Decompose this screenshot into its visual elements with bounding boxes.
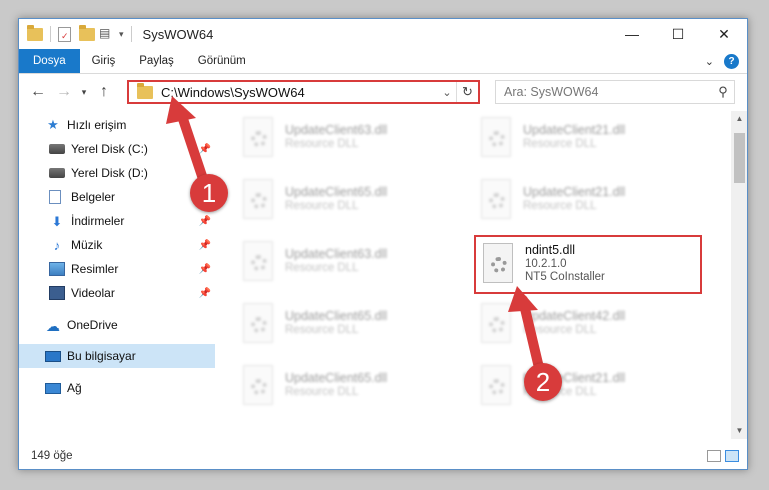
- onedrive-icon: ☁: [46, 318, 60, 334]
- close-button[interactable]: ✕: [701, 19, 747, 49]
- file-item[interactable]: UpdateClient63.dll Resource DLL: [239, 117, 449, 165]
- details-view-icon[interactable]: [707, 450, 721, 462]
- help-icon[interactable]: ?: [724, 53, 739, 69]
- star-icon: ★: [47, 117, 59, 132]
- search-input[interactable]: Ara: SysWOW64: [504, 85, 598, 99]
- highlight-box: [474, 235, 702, 294]
- pictures-icon: [49, 262, 65, 276]
- downloads-icon: ⬇: [51, 214, 63, 229]
- scroll-down-icon[interactable]: ▼: [731, 423, 747, 439]
- search-icon[interactable]: ⚲: [712, 84, 734, 100]
- disk-icon: [49, 168, 65, 178]
- videos-icon: [49, 286, 65, 300]
- file-item[interactable]: UpdateClient65.dll Resource DLL: [239, 179, 449, 227]
- scroll-thumb[interactable]: [734, 133, 745, 183]
- nav-music[interactable]: ♪ Müzik 📌: [19, 233, 215, 257]
- nav-pictures[interactable]: Resimler 📌: [19, 257, 215, 281]
- address-bar[interactable]: C:\Windows\SysWOW64 ⌄ ↻: [127, 80, 480, 104]
- ribbon-tabs: Dosya Giriş Paylaş Görünüm ⌄ ?: [19, 49, 747, 74]
- file-item[interactable]: UpdateClient21.dll Resource DLL: [477, 365, 687, 413]
- refresh-icon[interactable]: ↻: [456, 82, 478, 102]
- folder-icon: [27, 24, 43, 41]
- nav-this-pc[interactable]: Bu bilgisayar: [19, 344, 215, 368]
- maximize-button[interactable]: ☐: [655, 19, 701, 49]
- qat-dropdown-icon[interactable]: ▾: [119, 29, 124, 40]
- tab-view[interactable]: Görünüm: [186, 49, 258, 73]
- navigation-pane: ★ Hızlı erişim Yerel Disk (C:) 📌 Yerel D…: [19, 111, 215, 439]
- dll-gear-icon: [489, 193, 505, 209]
- step-2-badge: 2: [524, 363, 562, 401]
- dll-gear-icon: [489, 317, 505, 333]
- nav-network[interactable]: Ağ: [19, 376, 215, 400]
- nav-onedrive[interactable]: ☁ OneDrive: [19, 313, 215, 337]
- minimize-button[interactable]: —: [609, 19, 655, 49]
- file-item[interactable]: UpdateClient21.dll Resource DLL: [477, 117, 687, 165]
- music-icon: ♪: [53, 238, 61, 253]
- vertical-scrollbar[interactable]: ▲ ▼: [731, 111, 747, 439]
- tab-share[interactable]: Paylaş: [127, 49, 186, 73]
- nav-local-disk-c[interactable]: Yerel Disk (C:) 📌: [19, 137, 215, 161]
- up-arrow-icon[interactable]: ↑: [91, 83, 117, 101]
- status-bar: 149 öğe: [19, 441, 747, 469]
- nav-documents[interactable]: Belgeler: [19, 185, 215, 209]
- tiles-view-icon[interactable]: [725, 450, 739, 462]
- pin-icon[interactable]: 📌: [199, 264, 211, 275]
- window-title: SysWOW64: [142, 26, 214, 42]
- address-dropdown-icon[interactable]: ⌄: [438, 86, 456, 99]
- dll-gear-icon: [489, 379, 505, 395]
- pin-icon[interactable]: 📌: [199, 216, 211, 227]
- file-item[interactable]: UpdateClient65.dll Resource DLL: [239, 365, 449, 413]
- file-item[interactable]: UpdateClient21.dll Resource DLL: [477, 179, 687, 227]
- properties-icon[interactable]: ✓: [58, 26, 71, 42]
- file-item[interactable]: UpdateClient63.dll Resource DLL: [239, 241, 449, 289]
- file-item[interactable]: UpdateClient65.dll Resource DLL: [239, 303, 449, 351]
- step-1-badge: 1: [190, 174, 228, 212]
- address-path[interactable]: C:\Windows\SysWOW64: [161, 85, 305, 100]
- tab-home[interactable]: Giriş: [80, 49, 128, 73]
- network-icon: [45, 382, 61, 394]
- address-row: ← → ▾ ↑ C:\Windows\SysWOW64 ⌄ ↻ Ara: Sys…: [19, 75, 747, 109]
- pin-icon[interactable]: 📌: [199, 288, 211, 299]
- dll-gear-icon: [251, 317, 267, 333]
- nav-downloads[interactable]: ⬇ İndirmeler 📌: [19, 209, 215, 233]
- new-folder-icon[interactable]: [79, 24, 95, 41]
- tab-file[interactable]: Dosya: [19, 49, 80, 73]
- nav-local-disk-d[interactable]: Yerel Disk (D:): [19, 161, 215, 185]
- file-item[interactable]: UpdateClient42.dll Resource DLL: [477, 303, 687, 351]
- this-pc-icon: [45, 350, 61, 362]
- folder-icon: [137, 82, 153, 99]
- forward-arrow-icon[interactable]: →: [51, 83, 77, 101]
- quick-access-toolbar: ✓ ▤ ▾: [19, 24, 135, 42]
- scroll-up-icon[interactable]: ▲: [731, 111, 747, 127]
- dll-gear-icon: [251, 255, 267, 271]
- pin-icon[interactable]: 📌: [199, 144, 211, 155]
- expand-ribbon-icon[interactable]: ⌄: [705, 55, 714, 68]
- recent-dropdown-icon[interactable]: ▾: [77, 87, 91, 98]
- dll-gear-icon: [251, 131, 267, 147]
- documents-icon: [49, 190, 61, 204]
- dll-gear-icon: [489, 131, 505, 147]
- dll-gear-icon: [251, 379, 267, 395]
- back-arrow-icon[interactable]: ←: [25, 83, 51, 101]
- item-count: 149 öğe: [31, 450, 73, 462]
- nav-quick-access[interactable]: ★ Hızlı erişim: [19, 113, 215, 137]
- customize-icon[interactable]: ▤: [99, 26, 115, 42]
- pin-icon[interactable]: 📌: [199, 240, 211, 251]
- dll-gear-icon: [251, 193, 267, 209]
- disk-icon: [49, 144, 65, 154]
- search-box[interactable]: Ara: SysWOW64 ⚲: [495, 80, 735, 104]
- nav-videos[interactable]: Videolar 📌: [19, 281, 215, 305]
- title-bar: ✓ ▤ ▾ SysWOW64 — ☐ ✕: [19, 19, 747, 49]
